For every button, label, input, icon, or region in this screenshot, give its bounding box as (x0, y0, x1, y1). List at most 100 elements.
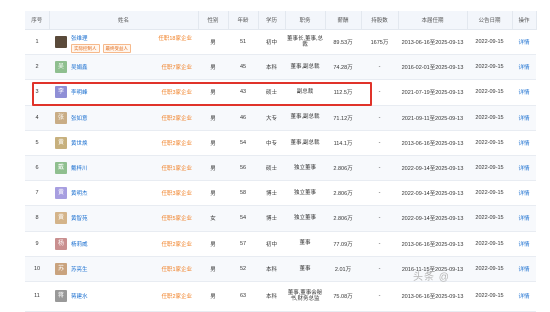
cell-no: 10 (25, 256, 49, 282)
cell-shares: 1675万 (361, 29, 398, 56)
table-row: 8 黄黄智苑 任职5家企业女 54 博士 独立董事 2.806万 -2022-09-14至20… (25, 205, 536, 232)
col-header-title: 职务 (285, 11, 326, 30)
detail-link[interactable]: 详情 (512, 79, 536, 106)
avatar[interactable]: 蒋 (55, 290, 67, 303)
detail-link[interactable]: 详情 (512, 105, 536, 131)
cell-education: 本科 (258, 54, 285, 81)
cell-shares: - (361, 105, 398, 131)
cell-age: 51 (228, 29, 258, 56)
cell-shares: - (361, 231, 398, 257)
col-header-term: 本届任期 (398, 11, 468, 30)
cell-date: 2022-09-15 (467, 205, 512, 232)
cell-gender: 男 (198, 29, 228, 56)
person-name-link[interactable]: 黄智苑 (71, 214, 88, 222)
cell-gender: 男 (198, 155, 228, 182)
detail-link[interactable]: 详情 (512, 256, 536, 282)
cell-salary: 112.5万 (325, 79, 361, 106)
detail-link[interactable]: 详情 (512, 54, 536, 81)
role-link[interactable]: 任职7家企业 (161, 63, 192, 71)
person-name-link[interactable]: 苏亮生 (71, 265, 88, 273)
cell-gender: 男 (198, 79, 228, 106)
detail-link[interactable]: 详情 (512, 231, 536, 257)
col-header-education: 学历 (258, 11, 286, 30)
avatar[interactable]: 李 (55, 86, 67, 99)
cell-age: 54 (228, 205, 258, 232)
avatar[interactable]: 杨 (55, 237, 67, 250)
detail-link[interactable]: 详情 (512, 155, 536, 182)
role-link[interactable]: 任职2家企业 (161, 292, 192, 300)
watermark: 头条 @ (413, 272, 450, 283)
cell-shares: - (361, 205, 398, 232)
table-row: 11 蒋蒋建水 任职2家企业男 63 本科 董事,董事会秘书,财务总监 75.08万 -201… (25, 281, 536, 312)
role-link[interactable]: 任职1家企业 (161, 164, 192, 172)
avatar[interactable]: 张 (55, 111, 67, 124)
avatar[interactable] (55, 36, 67, 49)
cell-title: 董事,副总裁 (285, 105, 325, 131)
cell-education: 本科 (258, 281, 285, 312)
avatar[interactable]: 戴 (55, 162, 67, 175)
col-header-date: 公告日期 (467, 11, 513, 30)
avatar[interactable]: 黄 (55, 212, 67, 225)
role-link[interactable]: 任职18家企业 (158, 34, 192, 42)
cell-name: 张张如意 任职2家企业 (49, 105, 198, 131)
cell-term: 2022-09-14至2025-09-13 (398, 180, 467, 207)
cell-term: 2013-06-16至2025-09-13 (398, 130, 467, 156)
cell-term: 2016-02-01至2025-09-13 (398, 54, 467, 81)
cell-shares: - (361, 79, 398, 106)
cell-no: 7 (25, 180, 49, 207)
cell-shares: - (361, 54, 398, 81)
person-name-link[interactable]: 张维理 (71, 34, 88, 42)
cell-title: 董事长,董事,总裁 (285, 29, 325, 56)
cell-date: 2022-09-15 (467, 105, 512, 131)
cell-gender: 男 (198, 256, 228, 282)
cell-title: 独立董事 (285, 155, 325, 182)
table-row: 4 张张如意 任职2家企业男 46 大专 董事,副总裁 71.12万 -2021-09-11至… (25, 105, 536, 131)
role-link[interactable]: 任职1家企业 (161, 265, 192, 273)
cell-shares: - (361, 130, 398, 156)
cell-education: 博士 (258, 205, 285, 232)
cell-education: 中专 (258, 130, 285, 156)
detail-link[interactable]: 详情 (512, 29, 536, 56)
detail-link[interactable]: 详情 (512, 281, 536, 312)
cell-name: 张维理 任职18家企业实际控制人 最终受益人 (49, 29, 198, 56)
person-name-link[interactable]: 吴娟鑫 (71, 63, 88, 71)
cell-name: 杨杨莉威 任职2家企业 (49, 231, 198, 257)
cell-gender: 男 (198, 130, 228, 156)
cell-salary: 75.08万 (325, 281, 361, 312)
role-link[interactable]: 任职5家企业 (161, 214, 192, 222)
person-name-link[interactable]: 张如意 (71, 114, 88, 122)
person-name-link[interactable]: 黄世焕 (71, 139, 88, 147)
cell-education: 硕士 (258, 155, 285, 182)
table-row: 5 黄黄世焕 任职2家企业男 54 中专 董事,副总裁 114.1万 -2013-06-16至… (25, 130, 536, 156)
detail-link[interactable]: 详情 (512, 180, 536, 207)
cell-no: 1 (25, 29, 49, 56)
cell-title: 独立董事 (285, 205, 325, 232)
cell-education: 硕士 (258, 79, 285, 106)
person-name-link[interactable]: 杨莉威 (71, 240, 88, 248)
role-link[interactable]: 任职2家企业 (161, 240, 192, 248)
avatar[interactable]: 吴 (55, 61, 67, 74)
avatar[interactable]: 黄 (55, 136, 67, 149)
person-tag: 实际控制人 (71, 44, 100, 54)
tag-group: 实际控制人 最终受益人 (71, 44, 134, 54)
detail-link[interactable]: 详情 (512, 205, 536, 232)
cell-no: 8 (25, 205, 49, 232)
person-name-link[interactable]: 李明峰 (71, 88, 88, 96)
role-link[interactable]: 任职3家企业 (161, 189, 192, 197)
cell-gender: 男 (198, 281, 228, 312)
avatar[interactable]: 黄 (55, 187, 67, 200)
cell-salary: 71.12万 (325, 105, 361, 131)
person-name-link[interactable]: 蒋建水 (71, 292, 88, 300)
table-row: 1 张维理 任职18家企业 实际控制人 最终受益人 男 51 初中 董事长,董事,总裁 89.53… (25, 29, 536, 56)
role-link[interactable]: 任职3家企业 (161, 88, 192, 96)
avatar[interactable]: 苏 (55, 262, 67, 275)
person-name-link[interactable]: 黄明杰 (71, 189, 88, 197)
col-header-action: 操作 (512, 11, 537, 30)
role-link[interactable]: 任职2家企业 (161, 114, 192, 122)
cell-age: 46 (228, 105, 258, 131)
detail-link[interactable]: 详情 (512, 130, 536, 156)
person-name-link[interactable]: 戴梓川 (71, 164, 88, 172)
col-header-shares: 持股数 (361, 11, 399, 30)
role-link[interactable]: 任职2家企业 (161, 139, 192, 147)
cell-date: 2022-09-15 (467, 54, 512, 81)
